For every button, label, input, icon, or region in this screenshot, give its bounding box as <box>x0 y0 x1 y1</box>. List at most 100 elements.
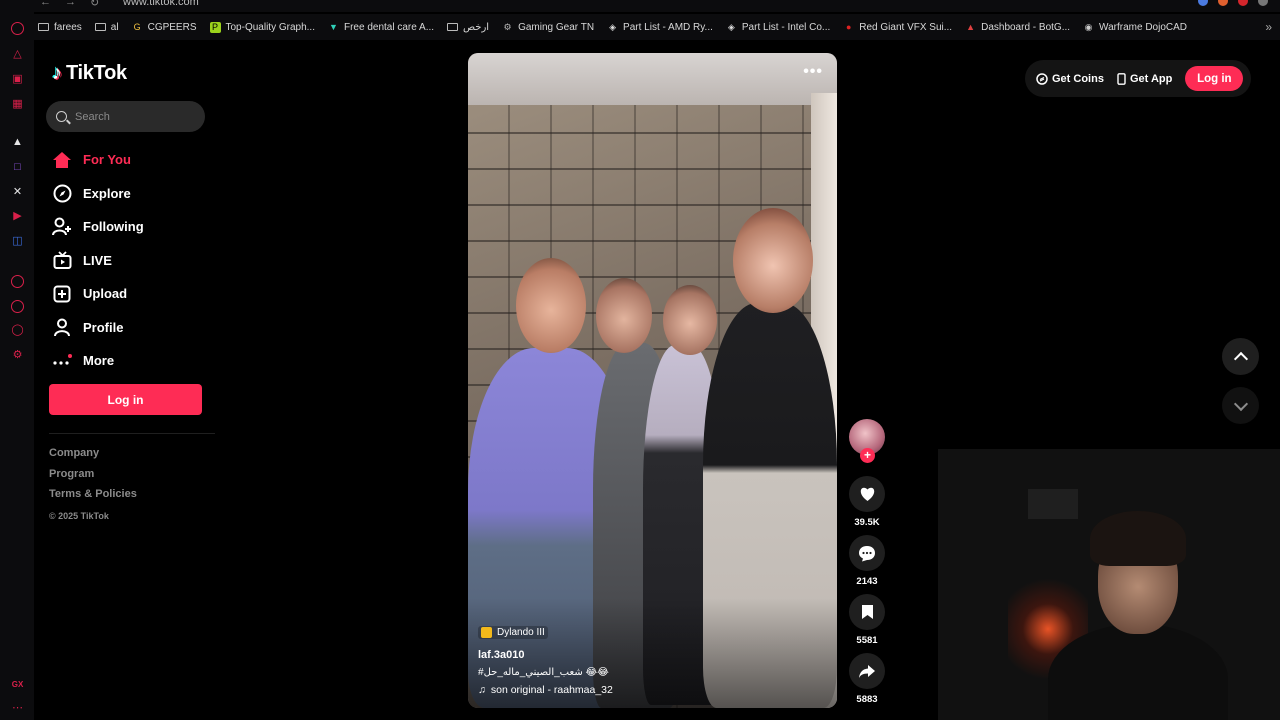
browser-nav-buttons: ← → ↻ <box>40 0 99 9</box>
save-action: 5581 <box>849 594 885 648</box>
sidebar-item-live[interactable]: LIVE <box>52 244 144 278</box>
video-caption[interactable]: #شعب_الصيني_ماله_حل 😂😂 <box>478 667 613 678</box>
get-coins-link[interactable]: Get Coins <box>1036 73 1104 85</box>
video-username[interactable]: laf.3a010 <box>478 649 613 661</box>
bookmark-item[interactable]: ▼ Free dental care A... <box>328 22 434 33</box>
extension-icon[interactable] <box>1238 0 1248 6</box>
search-input[interactable] <box>75 110 195 123</box>
chevron-up-icon <box>1233 351 1248 366</box>
bookmark-item[interactable]: farees <box>38 22 82 33</box>
sidebar-item-explore[interactable]: Explore <box>52 177 144 211</box>
footer-link-program[interactable]: Program <box>49 468 137 489</box>
next-video-button[interactable] <box>1222 387 1259 424</box>
heart-icon <box>860 487 874 501</box>
pinboard-icon[interactable]: ◯ <box>11 324 24 337</box>
bitwarden-icon[interactable]: ◫ <box>11 235 24 248</box>
share-action: 5883 <box>849 653 885 707</box>
teal-triangle-icon: ▼ <box>329 22 338 32</box>
webcam-person-hair <box>1090 511 1186 566</box>
bookmark-item[interactable]: ▲ Dashboard - BotG... <box>965 22 1070 33</box>
folder-icon <box>38 22 49 33</box>
opera-icon[interactable] <box>11 22 24 35</box>
bookmark-item[interactable]: al <box>94 22 119 33</box>
pcpartpicker-icon: ◈ <box>609 21 616 32</box>
redgiant-icon: ● <box>846 22 852 32</box>
browser-side-rail: △ ▣ ▦ ▲ □ ✕ ▶ ◫ ◯ ⚙ GX ⋯ <box>0 12 34 720</box>
sidebar-item-profile[interactable]: Profile <box>52 311 144 345</box>
bookmark-icon <box>861 605 873 619</box>
more-dots-icon <box>52 351 72 371</box>
video-sound[interactable]: ♫ son original - raahmaa_32 <box>478 684 613 696</box>
search-box[interactable] <box>46 101 205 132</box>
history-icon[interactable] <box>11 300 24 313</box>
bookmark-item[interactable]: G CGPEERS <box>132 22 197 33</box>
gear-logo-icon: ⚙ <box>503 21 512 32</box>
youtube-icon[interactable]: ▶ <box>11 210 24 223</box>
pcpartpicker-icon: ◈ <box>727 21 735 32</box>
like-button[interactable] <box>849 476 885 512</box>
footer-link-company[interactable]: Company <box>49 447 137 468</box>
folder-icon <box>447 22 459 33</box>
webcam-person-body <box>1048 624 1228 720</box>
player-icon[interactable] <box>11 275 24 288</box>
creator-avatar[interactable]: + <box>849 419 885 463</box>
chevron-down-icon <box>1233 396 1248 411</box>
sidebar-item-more[interactable]: More <box>52 344 144 378</box>
bookmark-item[interactable]: ◈ Part List - Intel Co... <box>726 22 830 33</box>
tiktok-logo[interactable]: ♪ TikTok <box>52 62 127 85</box>
video-person-head <box>516 258 586 353</box>
sidebar-item-upload[interactable]: Upload <box>52 277 144 311</box>
bookmark-item[interactable]: ⚙ Gaming Gear TN <box>502 21 595 33</box>
arc-icon[interactable]: ▲ <box>11 136 24 149</box>
comment-count: 2143 <box>856 576 878 587</box>
header-login-button[interactable]: Log in <box>1185 66 1244 91</box>
search-icon <box>56 111 67 122</box>
gx-tracker-icon[interactable]: ▦ <box>11 98 24 111</box>
previous-video-button[interactable] <box>1222 338 1259 375</box>
bookmark-item[interactable]: ارخص <box>447 22 489 33</box>
bookmark-item[interactable]: ● Red Giant VFX Sui... <box>843 22 952 33</box>
extension-icon[interactable] <box>1198 0 1208 6</box>
bookmark-item[interactable]: ◈ Part List - AMD Ry... <box>607 22 713 33</box>
sidebar-item-label: Profile <box>83 319 124 335</box>
sidebar-login-button[interactable]: Log in <box>49 384 202 415</box>
video-player[interactable]: ••• Dylando III laf.3a010 #شعب_الصيني_ما… <box>468 53 837 708</box>
aria-icon[interactable]: △ <box>11 48 24 61</box>
follow-plus-icon[interactable]: + <box>860 448 875 463</box>
gx-corner-icon[interactable]: ▣ <box>11 73 24 86</box>
video-effect-tag[interactable]: Dylando III <box>478 626 548 639</box>
gx-logo-icon[interactable]: GX <box>11 678 24 691</box>
bookmark-item[interactable]: ◉ Warframe DojoCAD <box>1083 22 1187 33</box>
coin-icon <box>1036 72 1048 85</box>
rail-more-icon[interactable]: ⋯ <box>11 702 24 715</box>
botg-icon: ▲ <box>966 22 976 32</box>
video-person-head <box>733 208 813 313</box>
comment-button[interactable] <box>849 535 885 571</box>
twitch-icon[interactable]: □ <box>11 161 24 174</box>
sidebar-nav: For You Explore Following LIVE Upload Pr… <box>52 143 144 378</box>
sidebar-item-label: For You <box>83 152 131 168</box>
share-button[interactable] <box>849 653 885 689</box>
get-app-link[interactable]: Get App <box>1117 73 1172 85</box>
bookmarks-overflow-icon[interactable]: » <box>1265 20 1272 34</box>
sidebar-item-for-you[interactable]: For You <box>52 143 144 177</box>
sidebar-item-following[interactable]: Following <box>52 210 144 244</box>
logo-text: TikTok <box>66 62 127 84</box>
save-button[interactable] <box>849 594 885 630</box>
warframe-icon: ◉ <box>1084 21 1093 32</box>
sidebar-item-label: LIVE <box>83 252 112 268</box>
extension-icon[interactable] <box>1218 0 1228 6</box>
forward-icon[interactable]: → <box>65 0 76 9</box>
sidebar-item-label: Explore <box>83 185 131 201</box>
bookmark-item[interactable]: P Top-Quality Graph... <box>209 21 315 33</box>
x-icon[interactable]: ✕ <box>11 186 24 199</box>
reload-icon[interactable]: ↻ <box>90 0 99 9</box>
video-person-head <box>596 278 652 353</box>
extensions-menu-icon[interactable] <box>1258 0 1268 6</box>
footer-link-terms[interactable]: Terms & Policies <box>49 488 137 509</box>
address-bar[interactable]: www.tiktok.com <box>123 0 199 8</box>
back-icon[interactable]: ← <box>40 0 51 9</box>
video-more-options-icon[interactable]: ••• <box>803 63 823 81</box>
settings-icon[interactable]: ⚙ <box>11 349 24 362</box>
music-note-icon: ♫ <box>478 684 486 696</box>
